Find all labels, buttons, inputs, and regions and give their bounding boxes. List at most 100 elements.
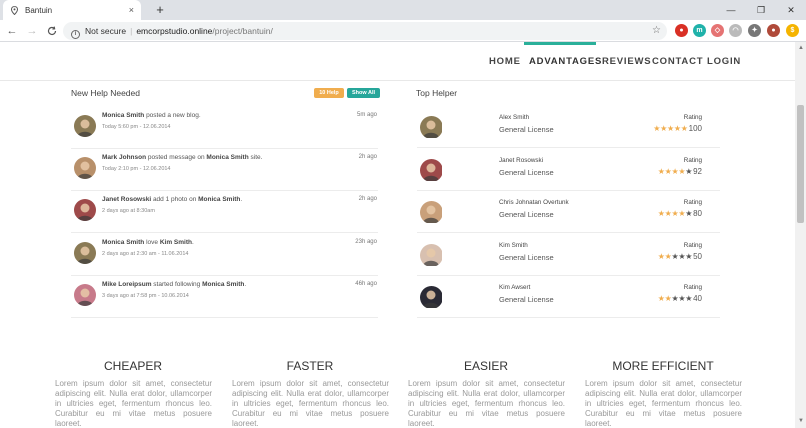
feed-timestamp: Today 2:10 pm - 12.06.2014 <box>102 166 171 172</box>
address-bar[interactable]: i Not secure | emcorpstudio.online/project/… <box>63 22 667 40</box>
helper-avatar <box>420 116 443 139</box>
feature-title: EASIER <box>463 359 508 373</box>
rating-label: Rating <box>683 284 702 291</box>
security-label: Not secure <box>85 26 127 36</box>
feed-target[interactable]: Monica Smith <box>198 196 240 203</box>
helper-name[interactable]: Kim Awsert <box>499 284 530 291</box>
feed-item[interactable]: Janet Rosowski add 1 photo on Monica Smi… <box>71 191 378 233</box>
scrollbar-thumb[interactable] <box>797 105 804 223</box>
star-icon: ★ <box>685 167 693 176</box>
extension-icon[interactable]: ✦ <box>748 24 761 37</box>
feed-actor[interactable]: Mark Johnson <box>102 154 146 161</box>
feed-tail: . <box>240 196 243 203</box>
nav-home[interactable]: HOME <box>489 56 521 67</box>
reload-button[interactable] <box>44 23 60 39</box>
rating-score: 50 <box>693 252 702 261</box>
feature-description: Lorem ipsum dolor sit amet, consectetur … <box>585 379 742 428</box>
feature-title: MORE EFFICIENT <box>612 359 714 373</box>
scroll-down-icon[interactable]: ▼ <box>798 418 804 424</box>
feature-description: Lorem ipsum dolor sit amet, consectetur … <box>232 379 389 428</box>
extension-icon[interactable]: $ <box>786 24 799 37</box>
feed-text: Mark Johnson posted message on Monica Sm… <box>102 154 342 161</box>
rating-score: 100 <box>688 124 702 133</box>
avatar-image <box>420 286 442 308</box>
back-button[interactable]: ← <box>4 23 20 39</box>
helper-item[interactable]: Kim Awsert General License Rating ★★★★★40 <box>417 276 720 318</box>
nav-advantages[interactable]: ADVANTAGES <box>529 56 602 67</box>
feed-actor[interactable]: Monica Smith <box>102 239 144 246</box>
feed-target[interactable]: Kim Smith <box>160 239 192 246</box>
rating-score: 92 <box>693 167 702 176</box>
feed-item[interactable]: Monica Smith posted a new blog. Today 5:6… <box>71 107 378 149</box>
feed-timestamp: 2 days ago at 8:30am <box>102 208 155 214</box>
feed-text: Monica Smith posted a new blog. <box>102 112 342 119</box>
helper-item[interactable]: Chris Johnatan Overtunk General License Ra… <box>417 191 720 233</box>
extension-icon[interactable]: ◇ <box>711 24 724 37</box>
extension-icon[interactable]: ● <box>767 24 780 37</box>
avatar-image <box>74 157 96 179</box>
helper-name[interactable]: Chris Johnatan Overtunk <box>499 199 569 206</box>
star-icon: ★ <box>657 209 665 218</box>
feed-item[interactable]: Monica Smith love Kim Smith. 2 days ago a… <box>71 234 378 276</box>
tab-close-icon[interactable]: × <box>129 5 134 15</box>
feed-item[interactable]: Mark Johnson posted message on Monica Sm… <box>71 149 378 191</box>
browser-toolbar: ← → i Not secure | emcorpstudio.online/proj… <box>0 20 806 42</box>
feed-action: posted message on <box>146 154 207 161</box>
nav-reviews[interactable]: REVIEWS <box>602 56 651 67</box>
new-tab-button[interactable]: + <box>152 2 168 18</box>
feed-timestamp: 3 days ago at 7:58 pm - 10.06.2014 <box>102 293 189 299</box>
feed-actor[interactable]: Monica Smith <box>102 112 144 119</box>
feature-title: CHEAPER <box>103 359 162 373</box>
maximize-button[interactable]: ❐ <box>746 0 776 20</box>
feature-description: Lorem ipsum dolor sit amet, consectetur … <box>408 379 565 428</box>
helper-name[interactable]: Kim Smith <box>499 242 528 249</box>
feed-actor[interactable]: Janet Rosowski <box>102 196 151 203</box>
feed-ago: 46h ago <box>355 281 377 287</box>
forward-button[interactable]: → <box>24 23 40 39</box>
info-icon: i <box>71 30 80 39</box>
browser-tab[interactable]: Bantuin × <box>3 0 141 20</box>
avatar-image <box>420 201 442 223</box>
avatar-image <box>420 244 442 266</box>
bookmark-star-icon[interactable]: ☆ <box>652 22 661 40</box>
feed-ago: 2h ago <box>358 154 377 160</box>
feed-ago: 23h ago <box>355 239 377 245</box>
feed-target[interactable]: Monica Smith <box>206 154 248 161</box>
feed-target[interactable]: Monica Smith <box>202 281 244 288</box>
avatar-image <box>420 159 442 181</box>
rating-label: Rating <box>683 114 702 121</box>
helper-license: General License <box>499 210 554 219</box>
url-separator: | <box>130 26 133 36</box>
feed-action: love <box>144 239 160 246</box>
helper-name[interactable]: Janet Rosowski <box>499 157 543 164</box>
star-icon: ★ <box>657 167 665 176</box>
scrollbar[interactable]: ▲ ▼ <box>795 42 806 428</box>
helper-license: General License <box>499 168 554 177</box>
extension-icon[interactable]: m <box>693 24 706 37</box>
feed-tail: site. <box>248 154 263 161</box>
helper-item[interactable]: Kim Smith General License Rating ★★★★★50 <box>417 234 720 276</box>
nav-contact[interactable]: CONTACT <box>652 56 703 67</box>
extension-icon[interactable]: ● <box>675 24 688 37</box>
feed-avatar <box>74 157 96 179</box>
star-icon: ★ <box>657 252 665 261</box>
minimize-button[interactable]: — <box>716 0 746 20</box>
top-helper-title: Top Helper <box>416 88 458 98</box>
extension-icon[interactable]: ◠ <box>729 24 742 37</box>
helper-name[interactable]: Alex Smith <box>499 114 529 121</box>
scroll-up-icon[interactable]: ▲ <box>798 45 804 51</box>
location-pin-icon <box>10 5 19 15</box>
rating-label: Rating <box>683 199 702 206</box>
nav-login[interactable]: LOGIN <box>707 56 741 67</box>
help-count-badge[interactable]: 10 Help <box>314 88 344 98</box>
show-all-button[interactable]: Show All <box>347 88 380 98</box>
helper-item[interactable]: Alex Smith General License Rating ★★★★★100 <box>417 106 720 148</box>
feed-tail: . <box>191 239 194 246</box>
close-window-button[interactable]: ✕ <box>776 0 806 20</box>
feed-text: Janet Rosowski add 1 photo on Monica Smi… <box>102 196 342 203</box>
star-rating: ★★★★★40 <box>658 294 702 303</box>
feed-item[interactable]: Mike Loreipsum started following Monica … <box>71 276 378 318</box>
helper-item[interactable]: Janet Rosowski General License Rating ★★★★★… <box>417 149 720 191</box>
star-rating: ★★★★★100 <box>653 124 702 133</box>
feed-actor[interactable]: Mike Loreipsum <box>102 281 151 288</box>
